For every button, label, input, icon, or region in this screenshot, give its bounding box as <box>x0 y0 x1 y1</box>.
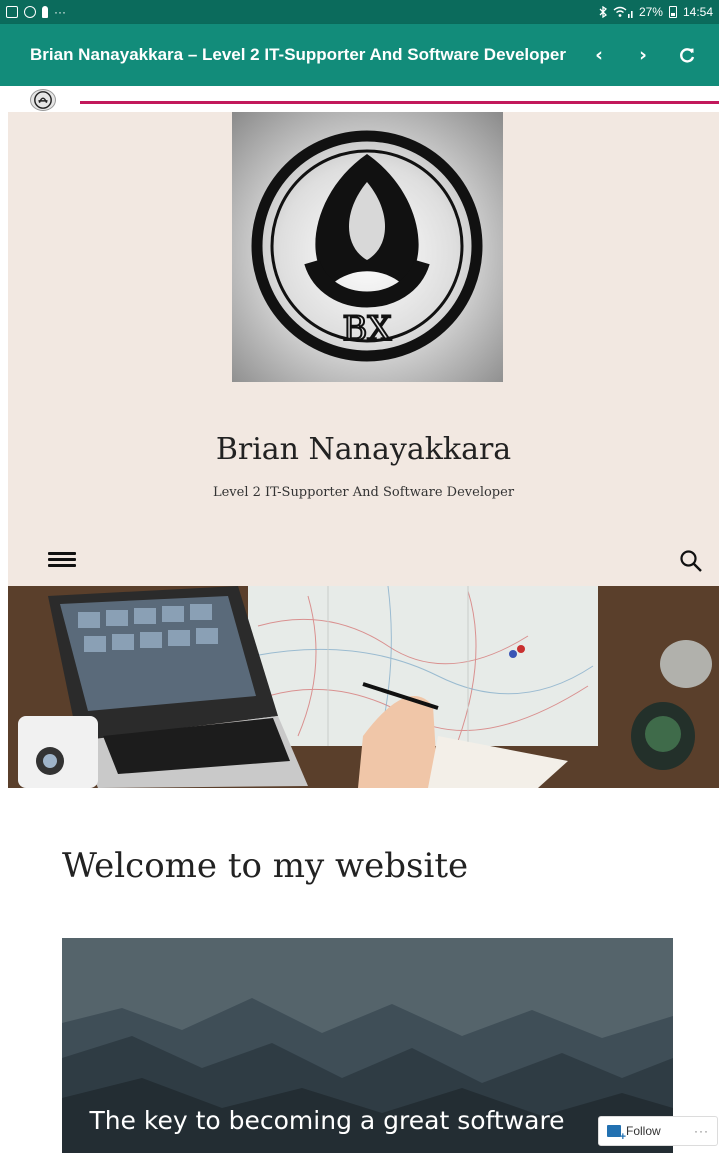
follow-label: Follow <box>626 1124 661 1138</box>
hero-illustration <box>8 586 719 788</box>
main-content: Welcome to my website The key to becomin… <box>8 788 719 1153</box>
app-actions: ‹ › <box>577 33 719 77</box>
app-bar: Brian Nanayakkara – Level 2 IT-Supporter… <box>0 24 719 86</box>
hero-image <box>8 586 719 788</box>
refresh-icon <box>680 48 695 63</box>
battery-percent: 27% <box>638 5 663 19</box>
feature-caption: The key to becoming a great software <box>89 1106 565 1135</box>
site-header: BX Brian Nanayakkara Level 2 IT-Supporte… <box>8 112 719 586</box>
logo-letters: BX <box>342 309 392 349</box>
site-logo[interactable]: BX <box>232 112 503 382</box>
hamburger-menu-button[interactable] <box>48 549 76 573</box>
status-image-icon <box>6 6 18 18</box>
site-tagline: Level 2 IT-Supporter And Software Develo… <box>212 485 515 500</box>
forward-icon: › <box>639 44 647 66</box>
status-circle-icon <box>24 6 36 18</box>
status-person-icon <box>42 6 48 18</box>
more-options-button[interactable]: ··· <box>686 1124 717 1138</box>
status-overflow-dots: ··· <box>54 5 66 19</box>
follow-icon <box>607 1125 626 1143</box>
battery-icon <box>668 6 677 18</box>
progress-row <box>0 86 719 112</box>
favicon-icon <box>30 89 56 111</box>
status-left: ··· <box>6 5 66 19</box>
status-right: 27% 14:54 <box>599 5 713 19</box>
page-title: Brian Nanayakkara – Level 2 IT-Supporter… <box>30 45 566 64</box>
refresh-button[interactable] <box>665 33 709 77</box>
follow-button[interactable]: Follow <box>599 1117 669 1145</box>
status-bar: ··· 27% 14:54 <box>0 0 719 24</box>
follow-bar: Follow ··· <box>598 1116 718 1146</box>
loading-progress-bar <box>80 101 719 104</box>
bluetooth-icon <box>599 6 607 18</box>
hamburger-menu-icon <box>48 552 76 567</box>
status-time: 14:54 <box>682 5 713 19</box>
page-heading: Welcome to my website <box>62 846 469 886</box>
forward-button[interactable]: › <box>621 33 665 77</box>
back-button[interactable]: ‹ <box>577 33 621 77</box>
site-title[interactable]: Brian Nanayakkara <box>8 432 719 467</box>
triquetra-logo-icon: BX <box>251 130 483 362</box>
search-icon <box>680 550 702 572</box>
wifi-icon <box>613 6 633 18</box>
screen: ··· 27% 14:54 Brian Nanayakkara – Level … <box>0 0 719 1153</box>
feature-image[interactable]: The key to becoming a great software <box>62 938 673 1153</box>
back-icon: ‹ <box>595 44 603 66</box>
search-button[interactable] <box>678 548 704 574</box>
